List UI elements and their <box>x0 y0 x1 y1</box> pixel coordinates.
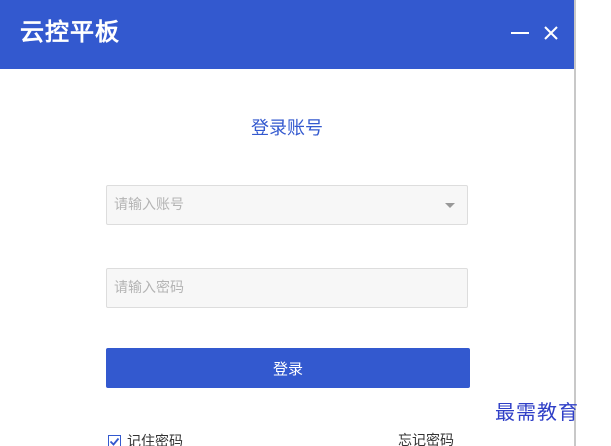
forgot-password-link[interactable]: 忘记密码 <box>398 431 454 446</box>
close-icon <box>544 26 558 40</box>
dropdown-arrow-icon[interactable] <box>445 203 455 208</box>
watermark-text: 最需教育 <box>495 400 579 424</box>
password-input[interactable] <box>107 269 424 307</box>
login-window: 云控平板 登录账号 登录 记住密码 忘记密码 <box>0 0 574 446</box>
window-border <box>574 0 576 446</box>
password-field <box>106 268 468 308</box>
login-button[interactable]: 登录 <box>106 348 470 388</box>
title-bar: 云控平板 <box>0 0 574 69</box>
app-title: 云控平板 <box>20 18 120 46</box>
login-heading: 登录账号 <box>251 118 323 139</box>
check-icon <box>109 437 120 446</box>
account-input[interactable] <box>107 186 424 224</box>
minimize-icon <box>511 32 529 34</box>
remember-password-checkbox[interactable]: 记住密码 <box>108 431 183 446</box>
minimize-button[interactable] <box>509 18 531 48</box>
remember-password-label: 记住密码 <box>127 434 183 446</box>
close-button[interactable] <box>540 18 562 48</box>
checkbox-box[interactable] <box>108 434 121 446</box>
account-field <box>106 185 468 225</box>
